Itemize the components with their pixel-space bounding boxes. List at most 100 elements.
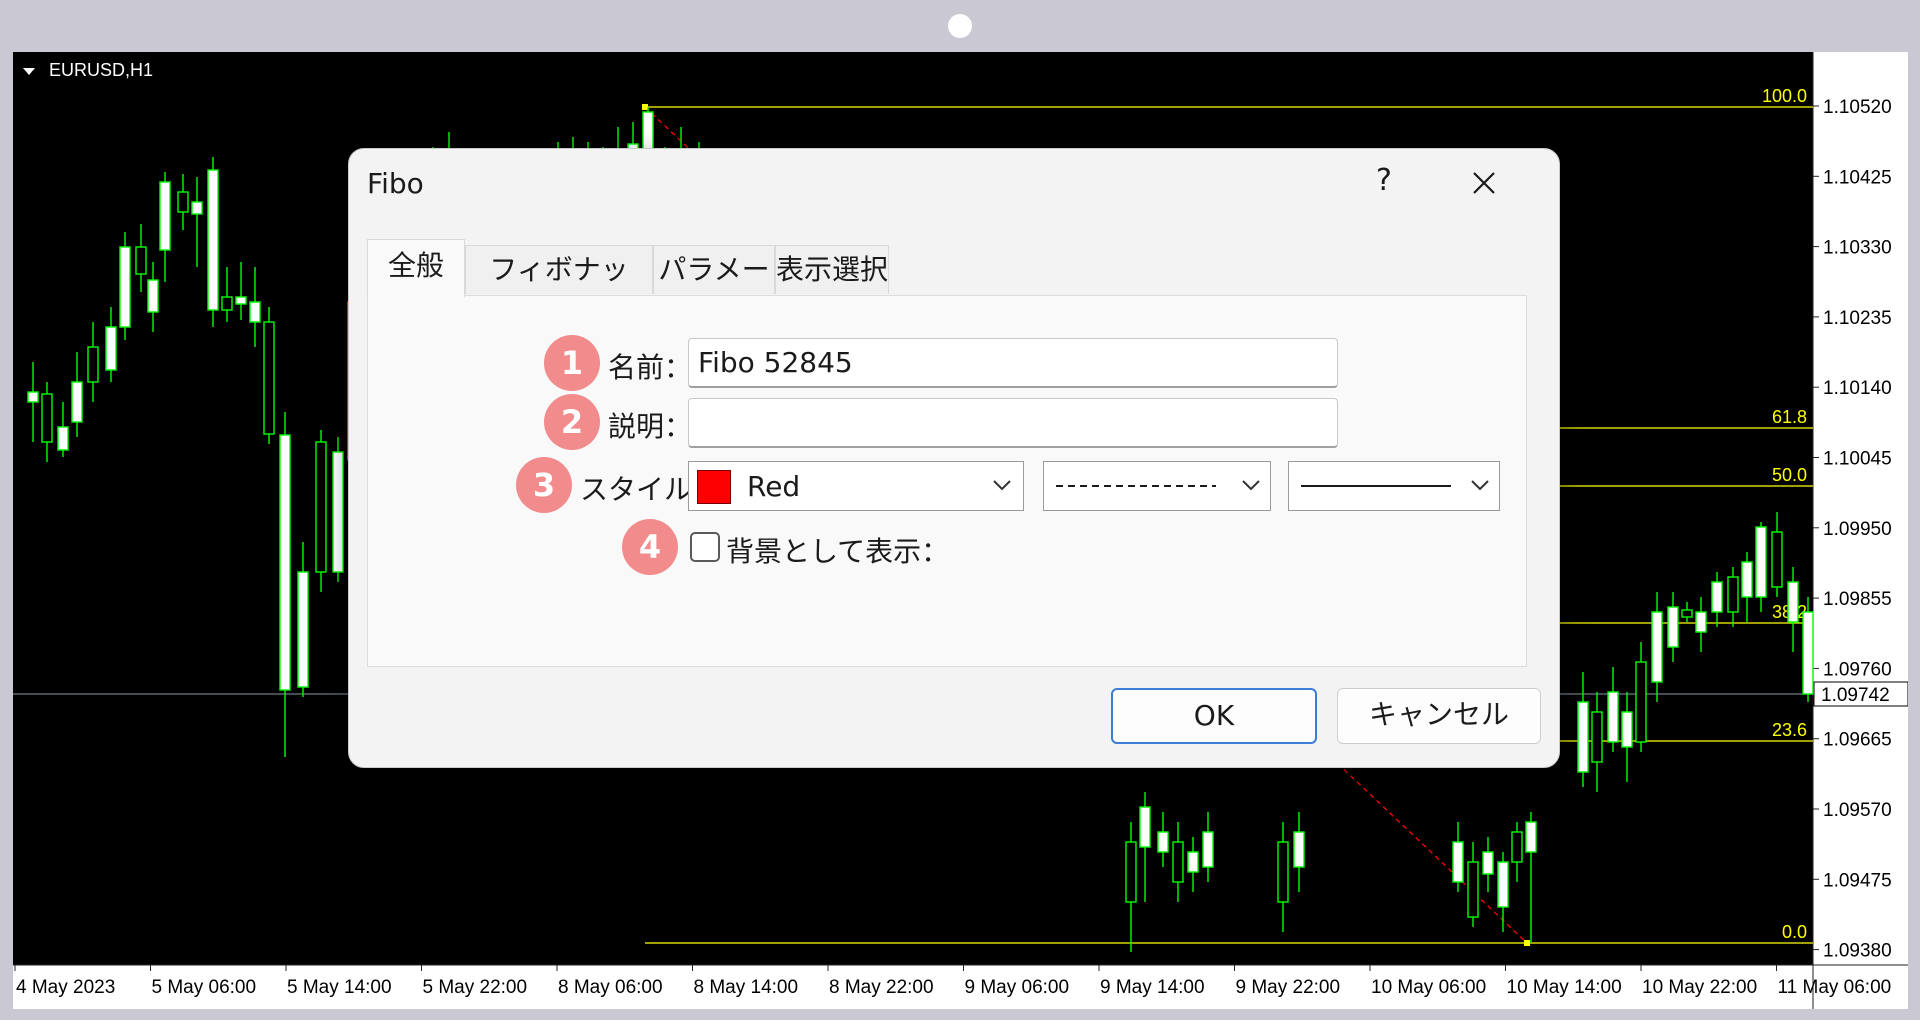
tab-visualization[interactable]: 表示選択: [775, 245, 889, 294]
color-value: Red: [747, 470, 801, 503]
dashed-line-icon: [1056, 485, 1216, 487]
candle-body: [332, 451, 344, 573]
time-tick-label: 5 May 22:00: [423, 977, 528, 998]
candle-body: [41, 393, 53, 443]
candle-body: [1711, 581, 1723, 613]
price-tick-label: 1.10045: [1823, 449, 1892, 470]
candle-body: [1727, 576, 1739, 613]
chevron-down-icon: [1242, 480, 1260, 491]
candle-body: [159, 181, 171, 251]
fibo-level-label: 23.6: [1772, 720, 1807, 740]
time-tick-label: 9 May 14:00: [1100, 977, 1205, 998]
tab-general[interactable]: 全般: [367, 239, 465, 297]
name-label: 名前：: [608, 351, 693, 384]
candle-body: [1525, 821, 1537, 853]
price-tick-label: 1.09665: [1823, 730, 1892, 751]
candle-body: [27, 391, 39, 403]
candle-body: [1741, 561, 1753, 598]
background-checkbox[interactable]: [690, 532, 720, 562]
candle-body: [1651, 611, 1663, 683]
candle-body: [1755, 526, 1767, 598]
candle-body: [207, 169, 219, 311]
candle-body: [1157, 831, 1169, 853]
cancel-button[interactable]: キャンセル: [1337, 688, 1541, 744]
chart-symbol: EURUSD,H1: [49, 60, 153, 80]
dialog-title: Fibo: [367, 167, 424, 200]
price-tick-label: 1.09855: [1823, 589, 1892, 610]
fibo-level-label: 50.0: [1772, 465, 1807, 485]
price-tick-label: 1.10425: [1823, 167, 1892, 188]
candle-body: [1293, 831, 1305, 868]
price-tick-label: 1.09570: [1823, 800, 1892, 821]
callout-badge-2: 2: [544, 394, 600, 450]
candle-body: [1771, 531, 1783, 588]
candle-body: [235, 296, 247, 305]
candle-body: [1202, 831, 1214, 868]
time-tick-label: 10 May 14:00: [1507, 977, 1622, 998]
description-label: 説明：: [608, 410, 693, 443]
candle-body: [1667, 606, 1679, 648]
fibo-anchor-high: [642, 104, 648, 110]
device-camera-dot: [948, 14, 972, 38]
candle-body: [1787, 581, 1799, 623]
candle-body: [297, 571, 309, 688]
candle-body: [279, 434, 291, 691]
candle-body: [87, 346, 99, 383]
candle-body: [1277, 841, 1289, 903]
price-tick-label: 1.10520: [1823, 97, 1892, 118]
fibo-level-label: 61.8: [1772, 407, 1807, 427]
price-tick-label: 1.09950: [1823, 519, 1892, 540]
tab-parameters[interactable]: パラメーター: [653, 245, 775, 334]
candle-body: [1511, 831, 1523, 863]
description-input[interactable]: [688, 398, 1338, 448]
general-panel: 1 名前： 2 説明： 3 スタイル： Red: [367, 295, 1527, 667]
candle-body: [119, 246, 131, 328]
candle-body: [221, 296, 233, 311]
candle-body: [1635, 661, 1647, 743]
candle-body: [249, 301, 261, 323]
price-tick-label: 1.09760: [1823, 659, 1892, 680]
time-tick-label: 8 May 06:00: [558, 977, 663, 998]
candle-body: [1607, 691, 1619, 743]
help-button[interactable]: ?: [1364, 161, 1404, 201]
candle-body: [57, 426, 69, 451]
candle-body: [263, 321, 275, 435]
line-style-dropdown[interactable]: [1043, 461, 1271, 511]
time-tick-label: 9 May 22:00: [1236, 977, 1341, 998]
time-tick-label: 5 May 06:00: [152, 977, 257, 998]
tab-fibonacci-levels[interactable]: フィボナッチ・レベル: [465, 245, 653, 334]
candle-body: [1452, 841, 1464, 883]
callout-badge-3: 3: [516, 457, 572, 513]
color-swatch: [697, 470, 731, 504]
price-tick-label: 1.09475: [1823, 870, 1892, 891]
candle-body: [1577, 701, 1589, 773]
candle-body: [1172, 841, 1184, 883]
time-tick-label: 4 May 2023: [16, 977, 115, 998]
time-tick-label: 9 May 06:00: [965, 977, 1070, 998]
time-tick-label: 8 May 22:00: [829, 977, 934, 998]
name-input[interactable]: [688, 338, 1338, 388]
candle-body: [1802, 611, 1814, 695]
candle-body: [191, 201, 203, 215]
time-tick-label: 10 May 06:00: [1371, 977, 1486, 998]
candle-body: [1125, 841, 1137, 903]
candle-body: [135, 246, 147, 275]
candle-body: [147, 279, 159, 313]
fibo-anchor-low: [1524, 940, 1530, 946]
candle-body: [105, 326, 117, 371]
time-tick-label: 11 May 06:00: [1778, 977, 1892, 998]
candle-body: [177, 191, 189, 213]
candle-body: [1482, 851, 1494, 875]
candle-body: [1467, 861, 1479, 918]
background-label: 背景として表示：: [726, 535, 950, 568]
close-button[interactable]: [1462, 161, 1506, 205]
time-tick-label: 8 May 14:00: [694, 977, 799, 998]
time-tick-label: 10 May 22:00: [1642, 977, 1757, 998]
color-dropdown[interactable]: Red: [688, 461, 1024, 511]
line-width-dropdown[interactable]: [1288, 461, 1500, 511]
price-tick-label: 1.10330: [1823, 238, 1892, 259]
candle-body: [1681, 609, 1693, 618]
candle-body: [1497, 861, 1509, 908]
ok-button[interactable]: OK: [1111, 688, 1317, 744]
candle-body: [1139, 806, 1151, 848]
